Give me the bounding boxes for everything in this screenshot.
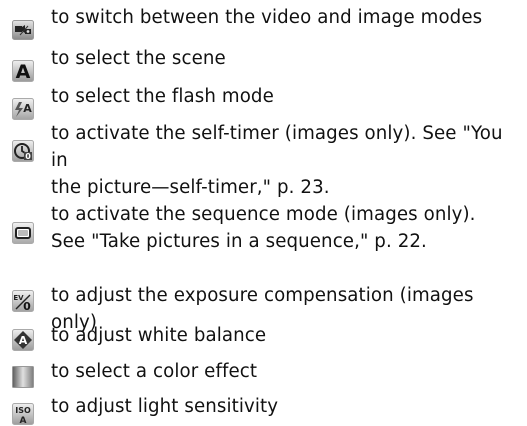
iso-light-sensitivity-icon: ISO A <box>12 403 34 425</box>
color-effect-icon <box>12 366 34 388</box>
exposure-compensation-icon: EV 0 <box>12 290 34 312</box>
exposure-zero-glyph: 0 <box>23 300 31 312</box>
flash-icon-glyph: A <box>23 102 32 115</box>
self-timer-icon: 0 <box>12 140 34 162</box>
iso-sub-glyph: A <box>20 416 27 425</box>
flash-mode-icon: A <box>12 98 34 120</box>
list-item-text: to select a color effect <box>51 361 258 382</box>
camera-mode-switch-icon <box>12 19 34 41</box>
white-balance-icon: A <box>12 329 34 351</box>
sequence-mode-icon <box>12 222 34 244</box>
list-item-text: to select the scene <box>51 48 226 69</box>
list-item-text: to activate the self-timer (images only)… <box>51 123 503 198</box>
self-timer-icon-glyph: 0 <box>25 152 31 161</box>
list-item-text: to select the flash mode <box>51 86 274 107</box>
scene-icon-glyph: A <box>16 61 31 82</box>
list-item-text: to switch between the video and image mo… <box>51 7 483 28</box>
list-item-text: to activate the sequence mode (images on… <box>51 204 476 252</box>
scene-mode-icon: A <box>12 60 34 82</box>
white-balance-glyph: A <box>19 334 28 347</box>
list-item-text: to adjust white balance <box>51 325 267 346</box>
iso-glyph: ISO <box>15 406 31 415</box>
list-item-text: to adjust light sensitivity <box>51 396 279 417</box>
camera-toolbar-options-list: to switch between the video and image mo… <box>0 0 527 426</box>
